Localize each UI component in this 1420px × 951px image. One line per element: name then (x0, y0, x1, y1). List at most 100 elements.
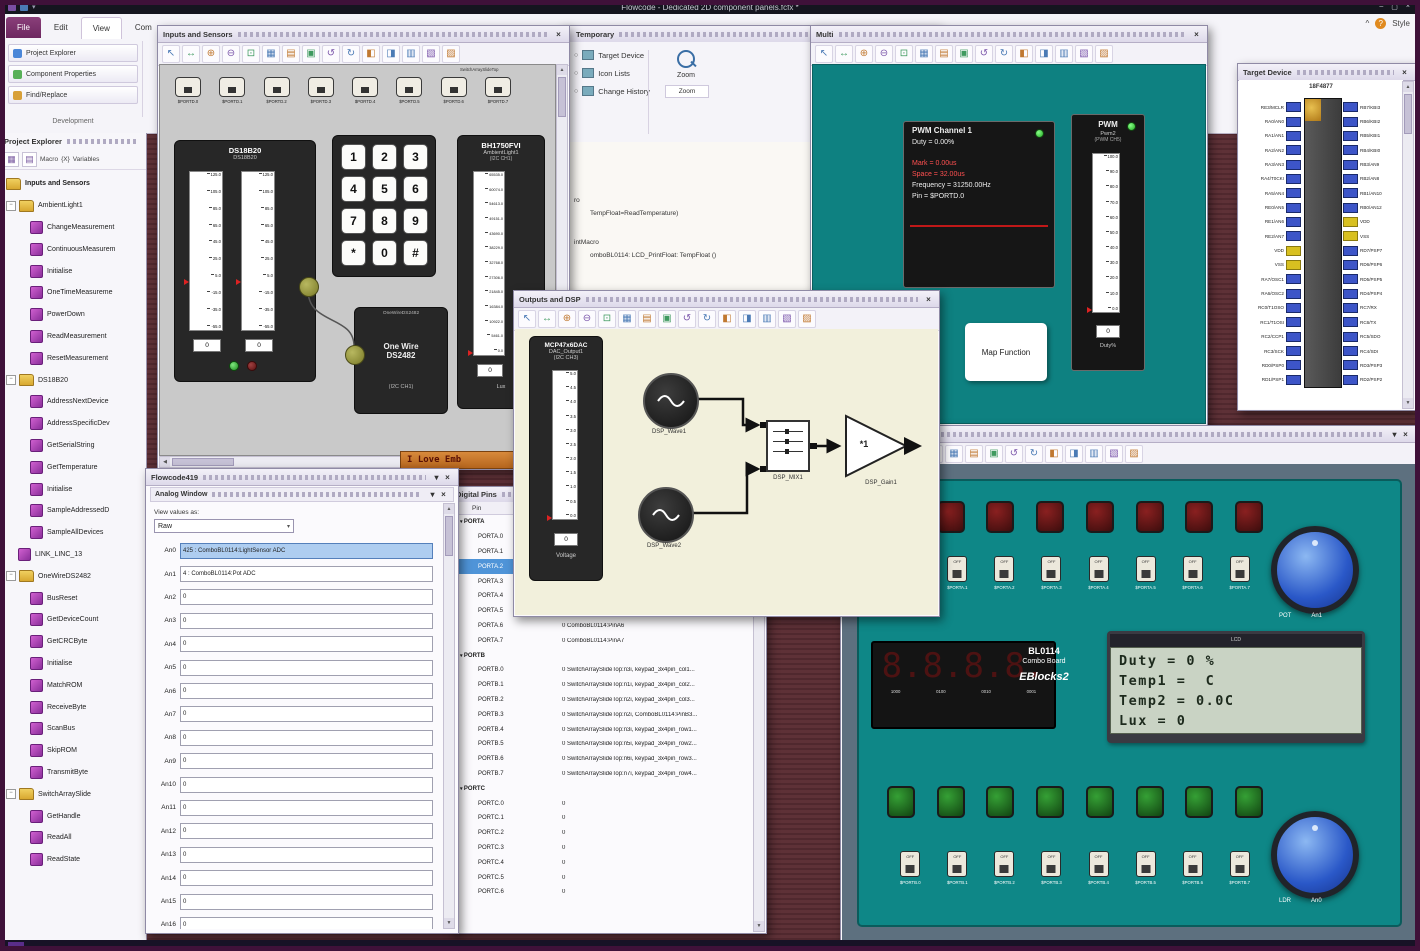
vertical-scrollbar[interactable]: ▲ ▼ (443, 503, 455, 929)
grid-icon[interactable]: ▦ (4, 151, 19, 167)
analog-value-field[interactable]: 0 (180, 612, 433, 629)
scrollbar-thumb[interactable] (172, 458, 234, 466)
mesh-icon[interactable]: ▨ (798, 310, 816, 328)
split-right-icon[interactable]: ◨ (738, 310, 756, 328)
chip-pin[interactable]: RE3/MCLR (1241, 100, 1303, 114)
tree-item[interactable]: ResetMeasurement (0, 347, 146, 369)
grid-icon[interactable]: ▦ (618, 310, 636, 328)
zoom-in-icon[interactable]: ⊕ (855, 45, 873, 63)
chip-pin[interactable]: RC2/CCP1 (1241, 330, 1303, 344)
zoom-dropdown[interactable]: Zoom (665, 85, 709, 98)
pan-icon[interactable]: ↔ (182, 45, 200, 63)
tree-item[interactable]: DS18B20 (0, 369, 146, 391)
analog-value-field[interactable]: 0 (180, 823, 433, 840)
digital-pin-row[interactable]: PORTC (452, 781, 753, 796)
analog-value-field[interactable]: 0 (180, 659, 433, 676)
chip-pin[interactable]: RC4/SDI (1341, 344, 1403, 358)
zoom-out-icon[interactable]: ⊖ (875, 45, 893, 63)
split-left-icon[interactable]: ◧ (718, 310, 736, 328)
tree-item[interactable]: AddressNextDevice (0, 391, 146, 413)
ribbon-button[interactable]: Find/Replace (8, 86, 138, 104)
tree-item[interactable]: AddressSpecificDev (0, 413, 146, 435)
help-icon[interactable]: ? (1375, 18, 1387, 29)
digital-pin-row[interactable]: PORTB.6 0 SwitchArraySlideTop:n6i, keypa… (452, 752, 753, 767)
rows-icon[interactable]: ▥ (1055, 45, 1073, 63)
redo-icon[interactable]: ↻ (342, 45, 360, 63)
tree-item[interactable]: OneTimeMeasureme (0, 282, 146, 304)
board-switch[interactable]: OFF (1088, 556, 1109, 582)
pin-icon[interactable]: ▾ (1389, 430, 1400, 439)
board-switch[interactable]: OFF (900, 851, 921, 877)
chip-pin[interactable]: RC1/T1OSI (1241, 315, 1303, 329)
keypad-key[interactable]: 8 (372, 208, 397, 234)
digital-pin-row[interactable]: PORTB.1 0 SwitchArraySlideTop:n1i, keypa… (452, 678, 753, 693)
keypad-key[interactable]: 2 (372, 144, 397, 170)
digital-pin-row[interactable]: PORTB (452, 648, 753, 663)
chip-pin[interactable]: RA6/OSC2 (1241, 286, 1303, 300)
window-titlebar[interactable]: Multi × (811, 26, 1207, 43)
board-switch[interactable]: OFF (1182, 851, 1203, 877)
tree-item[interactable]: SampleAddressedD (0, 500, 146, 522)
scrollbar-thumb[interactable] (445, 516, 453, 556)
close-icon[interactable]: × (442, 473, 453, 482)
chip-pin[interactable]: RC0/T1OSO (1241, 301, 1303, 315)
tree-root[interactable]: Inputs and Sensors (0, 173, 146, 195)
digital-pin-row[interactable]: PORTC.6 0 (452, 885, 753, 900)
analog-value-field[interactable]: 0 (180, 753, 433, 770)
maximize-button[interactable]: ▢ (1391, 3, 1398, 11)
board-switch[interactable]: OFF (947, 556, 968, 582)
ribbon-button[interactable]: Project Explorer (8, 44, 138, 62)
ldr-knob[interactable] (1271, 811, 1359, 899)
zoom-icon[interactable] (677, 50, 695, 68)
panel-switch[interactable] (484, 77, 511, 97)
scroll-up-icon[interactable]: ▲ (557, 65, 567, 75)
split-right-icon[interactable]: ◨ (382, 45, 400, 63)
tree-item[interactable]: OneWireDS2482 (0, 565, 146, 587)
analog-value-field[interactable]: 0 (180, 636, 433, 653)
tree-item[interactable]: ContinuousMeasurem (0, 238, 146, 260)
chip-pin[interactable]: RA3/AN3 (1241, 157, 1303, 171)
zoom-fit-icon[interactable]: ⊡ (242, 45, 260, 63)
split-right-icon[interactable]: ◨ (1065, 445, 1083, 463)
window-titlebar[interactable]: Inputs and Sensors × (158, 26, 569, 43)
wire-node[interactable] (299, 277, 319, 297)
ribbon-tab[interactable]: Edit (43, 17, 79, 38)
digital-pin-row[interactable]: PORTA.7 0 ComboBL0114:PinA7 (452, 633, 753, 648)
tree-item[interactable]: ScanBus (0, 718, 146, 740)
panel-switch[interactable] (175, 77, 201, 97)
keypad-key[interactable]: 6 (403, 176, 428, 202)
hatch-icon[interactable]: ▧ (1075, 45, 1093, 63)
board-switch[interactable]: OFF (1182, 556, 1203, 582)
tree-item[interactable]: AmbientLight1 (0, 195, 146, 217)
tree-item[interactable]: SwitchArraySlide (0, 783, 146, 805)
tree-item[interactable]: ReadState (0, 849, 146, 871)
chip-pin[interactable]: RA1/AN1 (1241, 129, 1303, 143)
chip-pin[interactable]: RB1/AN10 (1341, 186, 1403, 200)
chip-pin[interactable]: RC7/RX (1341, 301, 1403, 315)
undo-icon[interactable]: ↺ (1005, 445, 1023, 463)
digital-pin-row[interactable]: PORTC.2 0 (452, 826, 753, 841)
hatch-icon[interactable]: ▧ (1105, 445, 1123, 463)
zoom-fit-icon[interactable]: ⊡ (895, 45, 913, 63)
board-switch[interactable]: OFF (994, 556, 1015, 582)
panel-switch[interactable] (219, 77, 246, 97)
grid-icon[interactable]: ▦ (915, 45, 933, 63)
redo-icon[interactable]: ↻ (995, 45, 1013, 63)
pan-icon[interactable]: ↔ (835, 45, 853, 63)
box-icon[interactable]: ▣ (955, 45, 973, 63)
scroll-down-icon[interactable]: ▼ (1403, 398, 1413, 408)
rows-icon[interactable]: ▥ (1085, 445, 1103, 463)
tree-item[interactable]: ReadMeasurement (0, 326, 146, 348)
chip-pin[interactable]: RB0/AN12 (1341, 200, 1403, 214)
digital-pin-row[interactable]: PORTC.1 0 (452, 811, 753, 826)
tree-item[interactable]: PowerDown (0, 304, 146, 326)
keypad-key[interactable]: 0 (372, 240, 397, 266)
digital-pin-row[interactable]: PORTC.4 0 (452, 855, 753, 870)
close-icon[interactable]: × (1399, 68, 1410, 77)
chip-pin[interactable]: RD6/PSP6 (1341, 258, 1403, 272)
chip-pin[interactable]: RC3/SCK (1241, 344, 1303, 358)
board-switch[interactable]: OFF (994, 851, 1015, 877)
chip-pin[interactable]: RE0/AN5 (1241, 200, 1303, 214)
chip-pin[interactable]: RD7/PSP7 (1341, 243, 1403, 257)
tree-item[interactable]: Initialise (0, 260, 146, 282)
